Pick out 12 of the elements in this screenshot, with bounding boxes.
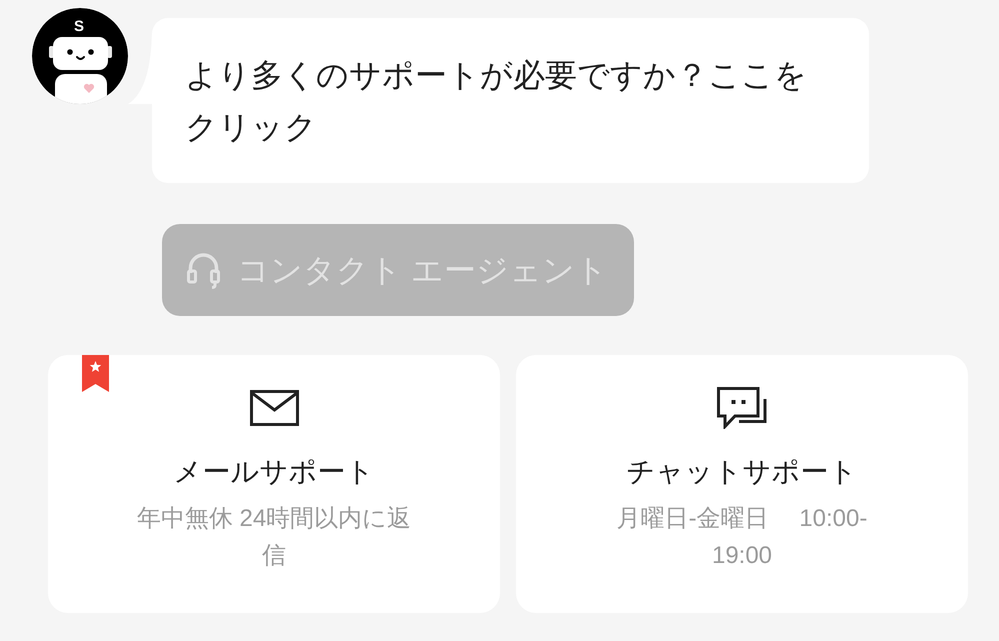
support-option-card[interactable]: チャットサポート 月曜日-金曜日 10:00-19:00 [516, 355, 968, 613]
support-option-card[interactable]: メールサポート 年中無休 24時間以内に返信 [48, 355, 500, 613]
envelope-icon [250, 390, 298, 426]
robot-avatar-icon [32, 8, 128, 104]
option-hours: 月曜日-金曜日 10:00-19:00 [616, 504, 868, 571]
headset-icon [185, 251, 222, 289]
option-title: チャットサポート [626, 455, 858, 489]
option-hours: 年中無休 24時間以内に返信 [136, 504, 412, 571]
message-text: より多くのサポートが必要ですか？ここをクリック [185, 56, 808, 147]
avatar-letter: S [74, 18, 84, 36]
chat-bubbles-icon [716, 387, 768, 429]
option-title: メールサポート [174, 455, 374, 489]
